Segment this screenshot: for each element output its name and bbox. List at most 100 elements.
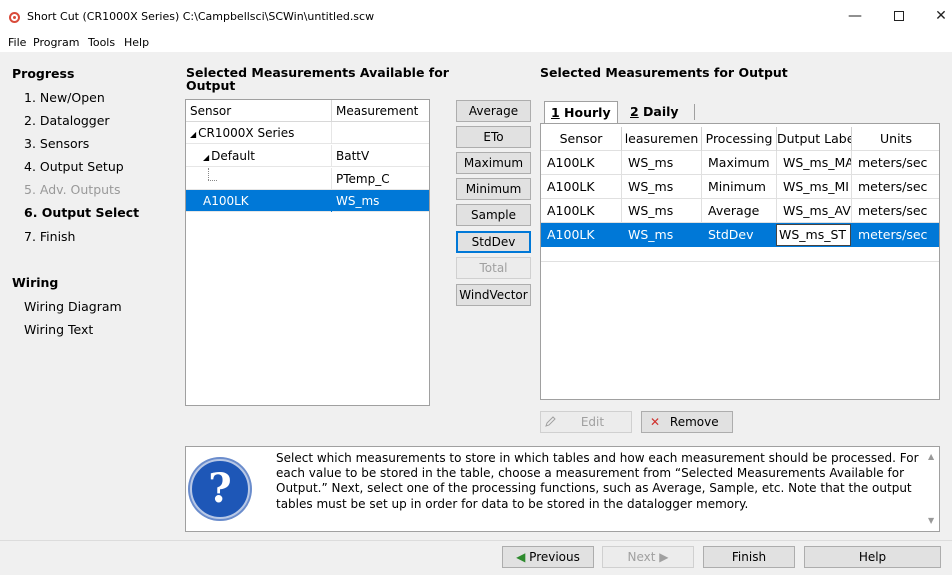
tree-header-sensor[interactable]: Sensor xyxy=(186,100,332,122)
tree-measurement: WS_ms xyxy=(336,194,380,208)
tab-hourly-label: Hourly xyxy=(559,105,611,120)
column-header-units[interactable]: Units xyxy=(852,127,939,151)
cell-units[interactable]: meters/sec xyxy=(852,199,939,223)
expand-icon[interactable]: ◢ xyxy=(190,130,196,139)
tree-connector xyxy=(208,168,209,180)
scroll-up-icon[interactable]: ▲ xyxy=(928,452,934,461)
nav-item-adv-outputs: 5. Adv. Outputs xyxy=(24,182,121,197)
menu-bar: File Program Tools Help xyxy=(0,34,952,52)
column-header-measurement[interactable]: leasuremen xyxy=(622,127,702,151)
output-title: Selected Measurements for Output xyxy=(540,65,788,80)
tree-row[interactable]: ◢ Default BattV xyxy=(186,145,429,167)
nav-item-output-setup[interactable]: 4. Output Setup xyxy=(24,159,124,174)
nav-item-datalogger[interactable]: 2. Datalogger xyxy=(24,113,110,128)
help-button[interactable]: Help xyxy=(804,546,941,568)
window-title: Short Cut (CR1000X Series) C:\Campbellsc… xyxy=(27,10,375,23)
sample-button[interactable]: Sample xyxy=(456,204,531,226)
tree-row[interactable]: PTemp_C xyxy=(186,168,429,190)
maximum-button[interactable]: Maximum xyxy=(456,152,531,174)
close-button[interactable]: ✕ xyxy=(926,4,952,28)
nav-item-wiring-text[interactable]: Wiring Text xyxy=(24,322,93,337)
remove-button[interactable]: ✕ Remove xyxy=(641,411,733,433)
column-header-sensor[interactable]: Sensor xyxy=(541,127,622,151)
output-label-editor[interactable]: WS_ms_ST xyxy=(776,224,851,246)
help-question-icon: ? xyxy=(190,459,250,519)
finish-button[interactable]: Finish xyxy=(703,546,795,568)
tree-measurement: PTemp_C xyxy=(336,172,390,186)
next-button: Next ▶ xyxy=(602,546,694,568)
tab-daily-label: Daily xyxy=(638,104,679,119)
cell-processing[interactable]: Minimum xyxy=(702,175,777,199)
arrow-left-icon: ◀ xyxy=(516,550,526,564)
cell-output-label[interactable]: WS_ms_AV xyxy=(777,199,852,223)
scroll-down-icon[interactable]: ▼ xyxy=(928,516,934,525)
edit-button: Edit xyxy=(540,411,632,433)
tree-sensor: A100LK xyxy=(203,194,249,208)
cell-processing[interactable]: Average xyxy=(702,199,777,223)
average-button[interactable]: Average xyxy=(456,100,531,122)
tree-row-selected[interactable]: A100LK WS_ms xyxy=(186,190,429,212)
arrow-right-icon: ▶ xyxy=(659,550,669,564)
output-table-tabs: 1 Hourly 2 Daily xyxy=(540,101,940,124)
edit-label: Edit xyxy=(580,415,605,429)
menu-program[interactable]: Program xyxy=(33,36,79,49)
help-text: Select which measurements to store in wh… xyxy=(276,451,919,511)
cell-sensor[interactable]: A100LK xyxy=(541,151,622,175)
cell-units[interactable]: meters/sec xyxy=(852,175,939,199)
eto-button[interactable]: ETo xyxy=(456,126,531,148)
cell-sensor[interactable]: A100LK xyxy=(541,175,622,199)
table-row[interactable]: A100LK WS_ms Average WS_ms_AV meters/sec xyxy=(541,199,939,223)
title-bar: Short Cut (CR1000X Series) C:\Campbellsc… xyxy=(0,0,952,34)
cell-measurement[interactable]: WS_ms xyxy=(622,175,702,199)
app-icon xyxy=(9,12,20,23)
nav-item-wiring-diagram[interactable]: Wiring Diagram xyxy=(24,299,122,314)
tree-measurement: BattV xyxy=(336,149,370,163)
windvector-button[interactable]: WindVector xyxy=(456,284,531,306)
cell-processing[interactable]: Maximum xyxy=(702,151,777,175)
table-row[interactable]: A100LK WS_ms Minimum WS_ms_MI meters/sec xyxy=(541,175,939,199)
remove-label: Remove xyxy=(669,415,719,429)
minimum-button[interactable]: Minimum xyxy=(456,178,531,200)
tab-divider xyxy=(694,104,695,120)
empty-row xyxy=(541,244,939,262)
stddev-button[interactable]: StdDev xyxy=(456,231,531,253)
tab-hourly-key: 1 xyxy=(551,105,560,120)
cell-measurement[interactable]: WS_ms xyxy=(622,151,702,175)
tab-daily[interactable]: 2 Daily xyxy=(624,101,685,123)
column-header-output-label[interactable]: Dutput Labe xyxy=(777,127,852,151)
cell-measurement[interactable]: WS_ms xyxy=(622,199,702,223)
cell-sensor[interactable]: A100LK xyxy=(541,199,622,223)
available-title: Selected Measurements Available for Outp… xyxy=(186,65,449,93)
remove-icon: ✕ xyxy=(650,415,661,429)
nav-item-new-open[interactable]: 1. New/Open xyxy=(24,90,105,105)
menu-file[interactable]: File xyxy=(8,36,26,49)
tree-header-measurement[interactable]: Measurement xyxy=(332,100,429,122)
tree-connector xyxy=(208,180,217,181)
progress-header: Progress xyxy=(12,66,75,81)
cell-output-label[interactable]: WS_ms_MI xyxy=(777,175,852,199)
table-row[interactable]: A100LK WS_ms Maximum WS_ms_MA meters/sec xyxy=(541,151,939,175)
previous-button[interactable]: ◀ Previous xyxy=(502,546,594,568)
minimize-button[interactable]: — xyxy=(840,4,870,28)
wiring-header: Wiring xyxy=(12,275,59,290)
expand-icon[interactable]: ◢ xyxy=(203,153,209,162)
grid-header: Sensor leasuremen Processing Dutput Labe… xyxy=(541,127,939,151)
maximize-button[interactable] xyxy=(884,4,914,28)
nav-item-sensors[interactable]: 3. Sensors xyxy=(24,136,89,151)
nav-item-output-select[interactable]: 6. Output Select xyxy=(24,205,139,220)
column-header-processing[interactable]: Processing xyxy=(702,127,777,151)
previous-label: Previous xyxy=(529,550,580,564)
next-label: Next xyxy=(627,550,656,564)
menu-tools[interactable]: Tools xyxy=(88,36,115,49)
cell-units[interactable]: meters/sec xyxy=(852,151,939,175)
nav-item-finish[interactable]: 7. Finish xyxy=(24,229,75,244)
tab-daily-key: 2 xyxy=(630,104,639,119)
output-grid[interactable]: Sensor leasuremen Processing Dutput Labe… xyxy=(540,123,940,400)
available-measurements-tree[interactable]: Sensor Measurement ◢ CR1000X Series ◢ Defa… xyxy=(185,99,430,406)
cell-output-label[interactable]: WS_ms_MA xyxy=(777,151,852,175)
total-button: Total xyxy=(456,257,531,279)
tree-row[interactable]: ◢ CR1000X Series xyxy=(186,122,429,144)
tab-hourly[interactable]: 1 Hourly xyxy=(544,101,618,124)
menu-help[interactable]: Help xyxy=(124,36,149,49)
maximize-icon xyxy=(894,11,904,21)
